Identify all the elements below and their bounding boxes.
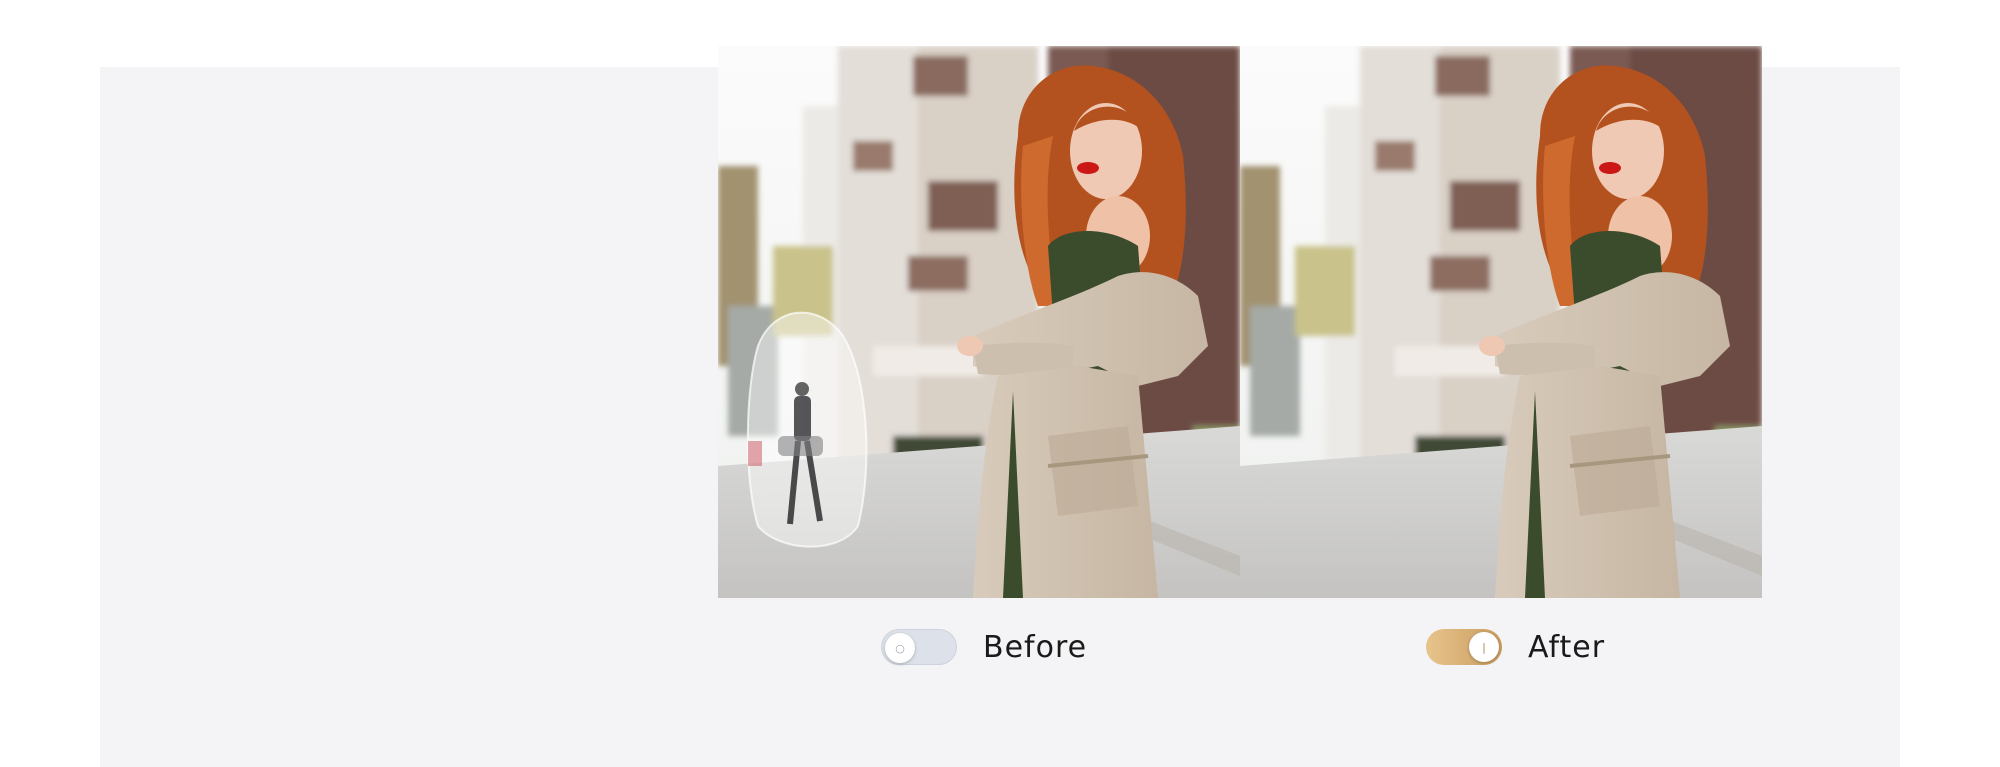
before-photo	[718, 46, 1240, 598]
after-photo-illustration	[1240, 46, 1762, 598]
before-label: Before	[983, 629, 1088, 665]
after-toggle-row: | After	[1426, 627, 1605, 667]
ring-icon: ○	[895, 641, 905, 655]
after-photo	[1240, 46, 1762, 598]
after-label: After	[1528, 629, 1606, 665]
before-toggle-knob[interactable]: ○	[885, 633, 915, 663]
after-toggle-switch[interactable]: |	[1426, 629, 1502, 665]
before-toggle-row: ○ Before	[881, 627, 1087, 667]
before-toggle-switch[interactable]: ○	[881, 629, 957, 665]
bar-icon: |	[1482, 640, 1486, 654]
before-photo-illustration	[718, 46, 1240, 598]
after-toggle-knob[interactable]: |	[1469, 632, 1499, 662]
